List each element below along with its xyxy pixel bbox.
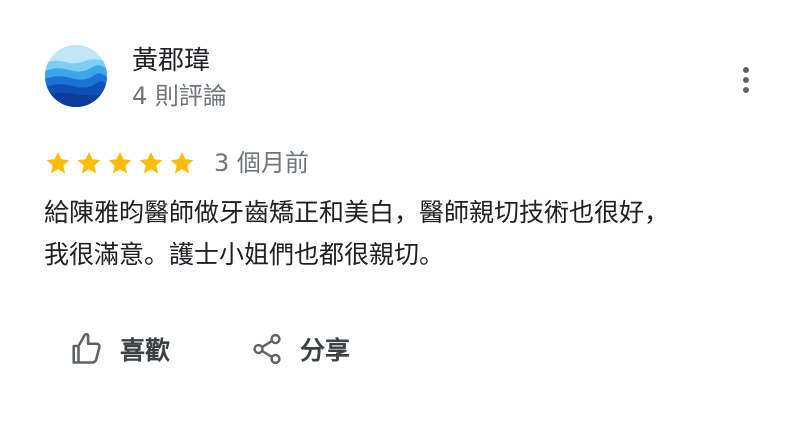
share-button[interactable]: 分享 bbox=[250, 327, 350, 371]
star-icon bbox=[44, 149, 72, 177]
more-vert-icon-dot bbox=[743, 77, 749, 83]
more-vert-icon-dot bbox=[743, 87, 749, 93]
review-text: 給陳雅昀醫師做牙齒矯正和美白，醫師親切技術也很好， 我很滿意。護士小姐們也都很親… bbox=[44, 192, 774, 276]
avatar-image bbox=[45, 45, 107, 107]
author-name[interactable]: 黃郡瑋 bbox=[132, 44, 210, 78]
star-rating bbox=[44, 149, 196, 177]
star-icon bbox=[168, 149, 196, 177]
more-vert-icon bbox=[743, 67, 749, 73]
share-label: 分享 bbox=[300, 336, 351, 365]
star-icon bbox=[75, 149, 103, 177]
thumb-up-icon bbox=[68, 331, 104, 367]
review-date: 3 個月前 bbox=[214, 149, 309, 177]
review-card: 黃郡瑋 4 則評論 3 個月前 給陳雅昀醫師做牙齒矯正和美白，醫師親切技術也很好… bbox=[0, 0, 812, 430]
rating-row: 3 個月前 bbox=[44, 146, 309, 180]
star-icon bbox=[137, 149, 165, 177]
review-text-line: 我很滿意。護士小姐們也都很親切。 bbox=[44, 240, 445, 269]
like-label: 喜歡 bbox=[120, 336, 171, 365]
author-review-count[interactable]: 4 則評論 bbox=[132, 81, 227, 111]
share-icon bbox=[250, 332, 284, 366]
like-button[interactable]: 喜歡 bbox=[68, 327, 170, 371]
more-options-button[interactable] bbox=[728, 60, 764, 100]
review-text-line: 給陳雅昀醫師做牙齒矯正和美白，醫師親切技術也很好， bbox=[44, 198, 670, 227]
avatar[interactable] bbox=[45, 45, 107, 107]
star-icon bbox=[106, 149, 134, 177]
